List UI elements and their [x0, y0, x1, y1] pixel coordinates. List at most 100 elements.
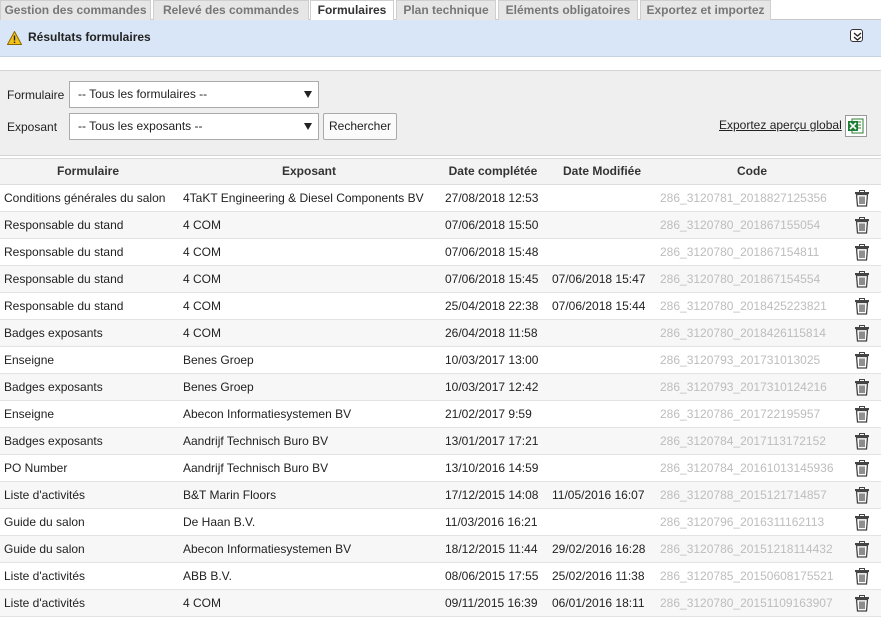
dropdown-arrow-icon — [304, 91, 312, 98]
trash-icon[interactable] — [854, 487, 870, 504]
cell-formulaire: Badges exposants — [4, 380, 103, 394]
header-date-completee[interactable]: Date complétée — [440, 159, 546, 184]
cell-date-completee: 11/03/2016 16:21 — [445, 515, 538, 529]
table-row: Responsable du stand 4 COM 07/06/2018 15… — [0, 239, 881, 266]
excel-export-button[interactable] — [845, 115, 867, 137]
tab-elements-obligatoires[interactable]: Eléments obligatoires — [498, 0, 638, 20]
cell-formulaire: Liste d'activités — [4, 488, 85, 502]
cell-formulaire: Responsable du stand — [4, 245, 124, 259]
cell-formulaire: Responsable du stand — [4, 272, 124, 286]
cell-code: 286_3120786_20151218114432 — [660, 542, 833, 556]
cell-date-completee: 21/02/2017 9:59 — [445, 407, 532, 421]
tab-releve-commandes[interactable]: Relevé des commandes — [153, 0, 309, 20]
cell-exposant: Aandrijf Technisch Buro BV — [183, 434, 329, 448]
table-body: Conditions générales du salon 4TaKT Engi… — [0, 185, 881, 617]
cell-exposant: Benes Groep — [183, 353, 254, 367]
trash-icon[interactable] — [854, 352, 870, 369]
cell-date-modifiee — [552, 455, 657, 481]
cell-date-modifiee: 06/01/2016 18:11 — [552, 596, 645, 610]
table-row: Badges exposants Aandrijf Technisch Buro… — [0, 428, 881, 455]
results-header: Résultats formulaires — [0, 20, 881, 57]
cell-date-completee: 10/03/2017 13:00 — [445, 353, 539, 367]
cell-formulaire: Responsable du stand — [4, 299, 124, 313]
cell-date-completee: 26/04/2018 11:58 — [445, 326, 538, 340]
cell-exposant: 4 COM — [183, 596, 222, 610]
cell-date-completee: 08/06/2015 17:55 — [445, 569, 539, 583]
table-row: Badges exposants Benes Groep 10/03/2017 … — [0, 374, 881, 401]
trash-icon[interactable] — [854, 568, 870, 585]
exposant-select[interactable]: -- Tous les exposants -- — [69, 113, 319, 140]
cell-formulaire: Guide du salon — [4, 515, 85, 529]
cell-exposant: Abecon Informatiesystemen BV — [183, 542, 352, 556]
trash-icon[interactable] — [854, 541, 870, 558]
tab-formulaires[interactable]: Formulaires — [310, 0, 394, 21]
table-row: Responsable du stand 4 COM 25/04/2018 22… — [0, 293, 881, 320]
header-formulaire[interactable]: Formulaire — [0, 159, 176, 184]
table-row: Liste d'activités ABB B.V. 08/06/2015 17… — [0, 563, 881, 590]
cell-date-modifiee — [552, 401, 657, 427]
forms-table: Formulaire Exposant Date complétée Date … — [0, 158, 881, 617]
excel-icon — [848, 118, 864, 134]
cell-formulaire: Liste d'activités — [4, 596, 85, 610]
warning-icon — [7, 31, 22, 45]
trash-icon[interactable] — [854, 271, 870, 288]
table-row: Liste d'activités B&T Marin Floors 17/12… — [0, 482, 881, 509]
cell-date-completee: 17/12/2015 14:08 — [445, 488, 539, 502]
tab-gestion-commandes[interactable]: Gestion des commandes — [0, 0, 151, 20]
collapse-button[interactable] — [850, 29, 863, 42]
trash-icon[interactable] — [854, 595, 870, 612]
table-row: Badges exposants 4 COM 26/04/2018 11:58 … — [0, 320, 881, 347]
trash-icon[interactable] — [854, 190, 870, 207]
cell-exposant: B&T Marin Floors — [183, 488, 277, 502]
exposant-label: Exposant — [7, 120, 58, 134]
table-row: Enseigne Abecon Informatiesystemen BV 21… — [0, 401, 881, 428]
tab-bar: Gestion des commandes Relevé des command… — [0, 0, 881, 21]
header-exposant[interactable]: Exposant — [180, 159, 438, 184]
cell-exposant: 4 COM — [183, 218, 222, 232]
tab-exportez-importez[interactable]: Exportez et importez — [640, 0, 771, 20]
trash-icon[interactable] — [854, 406, 870, 423]
cell-date-modifiee: 29/02/2016 16:28 — [552, 542, 646, 556]
cell-date-modifiee — [552, 320, 657, 346]
header-date-modifiee[interactable]: Date Modifiée — [550, 159, 654, 184]
cell-code: 286_3120780_2018425223821 — [660, 299, 827, 313]
trash-icon[interactable] — [854, 433, 870, 450]
tab-plan-technique[interactable]: Plan technique — [396, 0, 496, 20]
export-overview-link[interactable]: Exportez aperçu global — [719, 118, 842, 132]
cell-code: 286_3120793_2017310124216 — [660, 380, 827, 394]
trash-icon[interactable] — [854, 244, 870, 261]
cell-code: 286_3120780_201867155054 — [660, 218, 821, 232]
exposant-select-value: -- Tous les exposants -- — [78, 119, 203, 133]
cell-date-completee: 18/12/2015 11:44 — [445, 542, 538, 556]
cell-exposant: 4 COM — [183, 245, 222, 259]
cell-formulaire: PO Number — [4, 461, 68, 475]
trash-icon[interactable] — [854, 217, 870, 234]
cell-code: 286_3120780_201867154811 — [660, 245, 820, 259]
cell-exposant: De Haan B.V. — [183, 515, 256, 529]
cell-formulaire: Enseigne — [4, 353, 55, 367]
formulaire-label: Formulaire — [7, 88, 65, 102]
table-row: Enseigne Benes Groep 10/03/2017 13:00 28… — [0, 347, 881, 374]
cell-date-modifiee: 07/06/2018 15:44 — [552, 299, 646, 313]
cell-date-completee: 07/06/2018 15:50 — [445, 218, 539, 232]
trash-icon[interactable] — [854, 514, 870, 531]
cell-exposant: 4 COM — [183, 272, 222, 286]
cell-date-completee: 27/08/2018 12:53 — [445, 191, 539, 205]
cell-code: 286_3120784_20161013145936 — [660, 461, 834, 475]
cell-formulaire: Conditions générales du salon — [4, 191, 166, 205]
cell-code: 286_3120786_201722195957 — [660, 407, 821, 421]
trash-icon[interactable] — [854, 379, 870, 396]
table-row: Liste d'activités 4 COM 09/11/2015 16:39… — [0, 590, 881, 617]
cell-formulaire: Badges exposants — [4, 326, 103, 340]
results-title: Résultats formulaires — [28, 30, 151, 44]
trash-icon[interactable] — [854, 298, 870, 315]
header-code[interactable]: Code — [660, 159, 844, 184]
formulaire-select[interactable]: -- Tous les formulaires -- — [69, 81, 319, 108]
search-button[interactable]: Rechercher — [323, 113, 397, 140]
trash-icon[interactable] — [854, 460, 870, 477]
cell-date-modifiee — [552, 185, 657, 211]
trash-icon[interactable] — [854, 325, 870, 342]
cell-formulaire: Enseigne — [4, 407, 55, 421]
formulaire-select-value: -- Tous les formulaires -- — [78, 87, 208, 101]
cell-formulaire: Guide du salon — [4, 542, 85, 556]
